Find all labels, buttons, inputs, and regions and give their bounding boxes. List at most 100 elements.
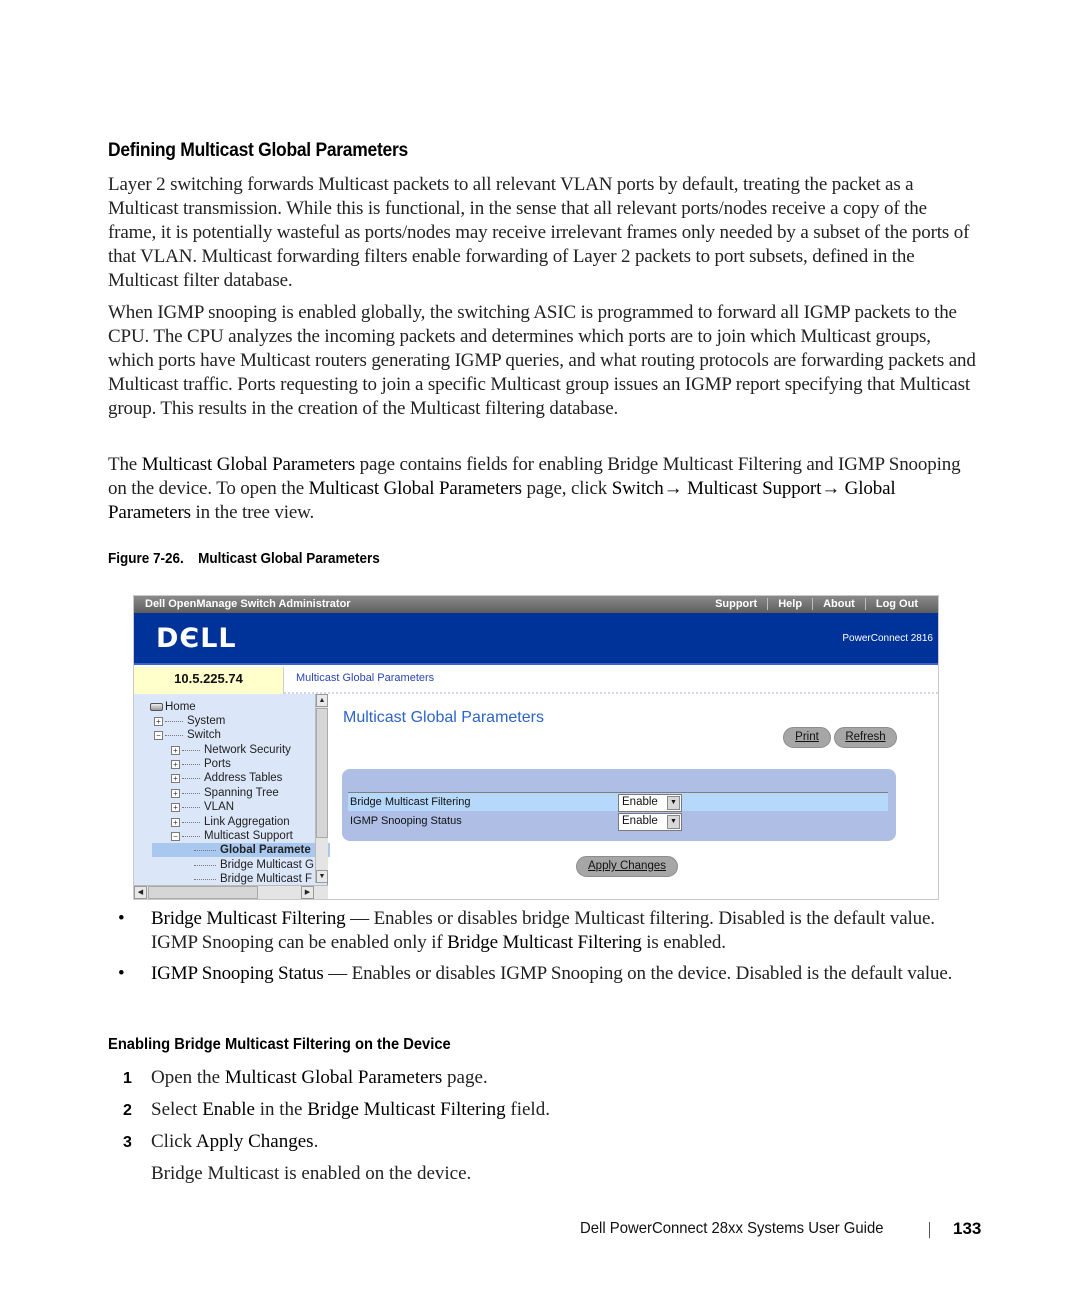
field-row-bridge-multicast-filtering: Bridge Multicast Filtering Enable ▼ xyxy=(348,792,888,812)
help-link[interactable]: Help xyxy=(767,598,812,610)
dropdown-arrow-icon[interactable]: ▼ xyxy=(667,815,680,829)
tree-item-spanning-tree[interactable]: + Spanning Tree xyxy=(171,786,279,800)
scroll-thumb[interactable] xyxy=(316,708,328,838)
term: Bridge Multicast Filtering xyxy=(151,908,346,929)
expand-icon[interactable]: + xyxy=(171,817,180,827)
procedure-heading: Enabling Bridge Multicast Filtering on t… xyxy=(108,1036,451,1053)
refresh-button[interactable]: Refresh xyxy=(834,727,897,748)
footer-guide-title: Dell PowerConnect 28xx Systems User Guid… xyxy=(580,1220,884,1237)
section-heading: Defining Multicast Global Parameters xyxy=(108,140,408,161)
tree-label: Ports xyxy=(204,758,231,770)
scroll-right-icon[interactable]: ▶ xyxy=(301,886,314,899)
scroll-up-icon[interactable]: ▲ xyxy=(316,694,328,707)
tree-label: Bridge Multicast F xyxy=(220,873,313,885)
step-number: 3 xyxy=(123,1134,132,1151)
tree-item-ports[interactable]: + Ports xyxy=(171,757,231,771)
page-title: Multicast Global Parameters xyxy=(343,709,544,726)
dell-logo: DЄLL xyxy=(156,623,237,654)
navigation-paragraph: The Multicast Global Parameters page con… xyxy=(108,453,978,525)
bridge-multicast-filtering-select[interactable]: Enable ▼ xyxy=(618,794,682,812)
scroll-thumb[interactable] xyxy=(148,886,258,899)
footer-divider xyxy=(929,1222,930,1238)
home-icon xyxy=(150,703,163,711)
collapse-icon[interactable]: − xyxy=(154,730,163,740)
term: Apply Changes xyxy=(195,1131,314,1152)
page-name: Multicast Global Parameters xyxy=(141,454,356,475)
text: Select xyxy=(151,1099,203,1120)
device-ip: 10.5.225.74 xyxy=(134,667,284,694)
tree-label: System xyxy=(187,715,226,727)
text: The xyxy=(108,454,142,475)
bullet-text: IGMP Snooping Status — Enables or disabl… xyxy=(151,962,981,986)
tree-item-system[interactable]: + System xyxy=(154,714,225,728)
expand-icon[interactable]: + xyxy=(171,759,180,769)
text: — Enables or disables IGMP Snooping on t… xyxy=(323,963,953,984)
tree-item-bridge-multicast-group[interactable]: Bridge Multicast G xyxy=(194,858,314,872)
text: Click xyxy=(151,1131,196,1152)
igmp-snooping-status-select[interactable]: Enable ▼ xyxy=(618,813,682,831)
tree-label: Network Security xyxy=(204,744,291,756)
bullet-text: Bridge Multicast Filtering — Enables or … xyxy=(151,907,981,955)
tree-horizontal-scrollbar[interactable]: ◀ ▶ xyxy=(134,885,328,899)
tree-label: Address Tables xyxy=(204,772,283,784)
field-label: Bridge Multicast Filtering xyxy=(350,796,471,808)
tree-label: Multicast Support xyxy=(204,830,293,842)
expand-icon[interactable]: + xyxy=(171,802,180,812)
page-name: Multicast Global Parameters xyxy=(308,478,522,499)
text: Open the xyxy=(151,1067,225,1088)
top-links: Support Help About Log Out xyxy=(705,598,928,610)
text: page, click xyxy=(521,478,612,499)
tree-item-multicast-support[interactable]: − Multicast Support xyxy=(171,829,293,843)
expand-icon[interactable]: + xyxy=(154,716,163,726)
tree-item-network-security[interactable]: + Network Security xyxy=(171,743,291,757)
print-button[interactable]: Print xyxy=(783,727,831,748)
tree-item-address-tables[interactable]: + Address Tables xyxy=(171,771,282,785)
support-link[interactable]: Support xyxy=(705,598,767,610)
igmp-paragraph: When IGMP snooping is enabled globally, … xyxy=(108,302,976,419)
tree-item-bridge-multicast-forward[interactable]: Bridge Multicast F xyxy=(194,872,312,886)
tree-item-vlan[interactable]: + VLAN xyxy=(171,800,234,814)
bullet-icon: • xyxy=(118,963,125,984)
banner: DЄLL PowerConnect 2816 xyxy=(134,613,938,665)
term: Multicast Global Parameters xyxy=(224,1067,443,1088)
dropdown-arrow-icon[interactable]: ▼ xyxy=(667,796,680,810)
tree-item-global-parameters[interactable]: Global Paramete xyxy=(152,843,332,857)
text: page. xyxy=(442,1067,488,1088)
model-name: PowerConnect 2816 xyxy=(842,633,933,644)
scroll-left-icon[interactable]: ◀ xyxy=(134,886,147,899)
step-text: Select Enable in the Bridge Multicast Fi… xyxy=(151,1098,550,1122)
term: Enable xyxy=(202,1099,255,1120)
bullet-icon: • xyxy=(118,908,125,929)
text: is enabled. xyxy=(641,932,726,953)
text: in the tree view. xyxy=(190,502,315,523)
expand-icon[interactable]: + xyxy=(171,745,180,755)
apply-changes-button[interactable]: Apply Changes xyxy=(576,856,678,877)
select-value: Enable xyxy=(622,796,658,808)
app-title: Dell OpenManage Switch Administrator xyxy=(145,598,351,610)
logout-link[interactable]: Log Out xyxy=(864,598,928,610)
expand-icon[interactable]: + xyxy=(171,788,180,798)
tree-item-home[interactable]: Home xyxy=(150,700,196,714)
expand-icon[interactable]: + xyxy=(171,773,180,783)
term: IGMP Snooping Status xyxy=(151,963,324,984)
term: Bridge Multicast Filtering xyxy=(307,1099,506,1120)
tree-item-link-aggregation[interactable]: + Link Aggregation xyxy=(171,815,290,829)
intro-paragraph: Layer 2 switching forwards Multicast pac… xyxy=(108,174,970,291)
tree-label: Link Aggregation xyxy=(204,816,290,828)
scroll-down-icon[interactable]: ▼ xyxy=(316,870,328,883)
tree-item-switch[interactable]: − Switch xyxy=(154,728,221,742)
step-text: Open the Multicast Global Parameters pag… xyxy=(151,1066,488,1090)
tree-view: Home + System − Switch + Network Security +… xyxy=(134,694,332,899)
term: Bridge Multicast Filtering xyxy=(447,932,642,953)
result-text: Bridge Multicast is enabled on the devic… xyxy=(151,1163,472,1184)
tree-label: Bridge Multicast G xyxy=(220,859,314,871)
figure-caption: Figure 7-26. Multicast Global Parameters xyxy=(108,550,380,567)
field-label: IGMP Snooping Status xyxy=(350,815,462,827)
collapse-icon[interactable]: − xyxy=(171,831,180,841)
about-link[interactable]: About xyxy=(812,598,865,610)
settings-panel: Bridge Multicast Filtering Enable ▼ IGMP … xyxy=(342,769,896,841)
tree-vertical-scrollbar[interactable]: ▲ ▼ xyxy=(315,694,328,883)
figure-screenshot: Dell OpenManage Switch Administrator Sup… xyxy=(133,595,939,900)
step-text: Click Apply Changes. xyxy=(151,1130,318,1154)
tree-label: Switch xyxy=(187,729,221,741)
